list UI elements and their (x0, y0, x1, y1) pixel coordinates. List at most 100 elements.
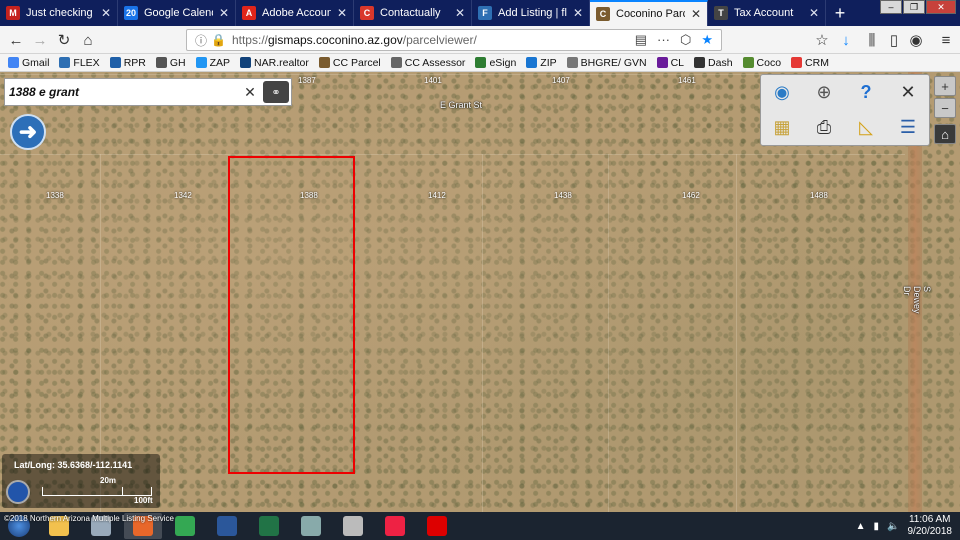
zoom-out-icon[interactable]: − (934, 98, 956, 118)
expand-panel-arrow-icon[interactable]: ➜ (10, 114, 46, 150)
clock[interactable]: 11:06 AM 9/20/2018 (908, 514, 953, 538)
close-tab-icon[interactable]: ✕ (573, 6, 583, 20)
reload-icon[interactable]: ↻ (54, 30, 74, 50)
bookmark-item[interactable]: RPR (109, 57, 146, 69)
search-input[interactable]: 1388 e grant (5, 85, 243, 99)
bookmark-item[interactable]: eSign (475, 57, 516, 69)
parcel-number[interactable]: 1342 (174, 191, 192, 200)
close-tab-icon[interactable]: ✕ (337, 6, 347, 20)
tools-wrench-icon[interactable]: ✕ (887, 75, 929, 110)
close-tab-icon[interactable]: ✕ (101, 6, 111, 20)
zoom-in-icon[interactable]: + (934, 76, 956, 96)
browser-tab[interactable]: C Contactually ✕ (354, 0, 472, 26)
home-extent-icon[interactable]: ⌂ (934, 124, 956, 144)
address-search-box[interactable]: 1388 e grant ✕ ⚭ (4, 78, 292, 106)
hamburger-menu-icon[interactable]: ≡ (936, 30, 956, 50)
maximize-button[interactable]: ❐ (903, 0, 925, 14)
print-icon[interactable]: ⎙ (803, 110, 845, 145)
network-icon[interactable]: ▮ (874, 521, 880, 532)
bookmark-favicon-icon (791, 57, 803, 68)
layers-icon[interactable]: ▦ (761, 110, 803, 145)
browser-tab[interactable]: M Just checking in - M ✕ (0, 0, 118, 26)
pocket-icon[interactable]: ⬡ (680, 32, 691, 48)
coordinate-panel: Lat/Long: 35.6368/-112.1141 20m 100ft (2, 454, 160, 508)
parcel-number[interactable]: 1387 (298, 76, 316, 85)
page-actions-icon[interactable]: ··· (657, 32, 670, 48)
info-icon[interactable]: ⓘ (195, 32, 207, 49)
tax-icon: T (714, 6, 728, 20)
bookmark-item[interactable]: FLEX (59, 57, 100, 69)
close-tab-icon[interactable]: ✕ (809, 6, 819, 20)
bookmark-favicon-icon (742, 57, 754, 68)
binoculars-icon[interactable]: ⚭ (263, 81, 289, 103)
home-icon[interactable]: ⌂ (78, 30, 98, 50)
extension-icon[interactable]: ◉ (906, 30, 926, 50)
bookmark-item[interactable]: NAR.realtor (240, 57, 309, 69)
sidebar-icon[interactable]: ▯ (884, 30, 904, 50)
taskbar-app[interactable] (376, 513, 414, 539)
bookmark-item[interactable]: BHGRE/ GVN (566, 56, 647, 69)
browser-tab[interactable]: F Add Listing | flexmls ✕ (472, 0, 590, 26)
bookmark-item[interactable]: Gmail (8, 57, 49, 69)
taskbar-app[interactable] (292, 513, 330, 539)
parcel-number[interactable]: 1338 (46, 191, 64, 200)
pro-icon (343, 516, 363, 536)
forward-icon[interactable]: → (30, 30, 50, 50)
excel-icon (259, 516, 279, 536)
bookmark-star-icon[interactable]: ★ (701, 32, 713, 48)
bookmark-item[interactable]: GH (155, 57, 186, 69)
parcel-number[interactable]: 1407 (552, 76, 570, 85)
clear-search-icon[interactable]: ✕ (243, 84, 257, 101)
minimize-button[interactable]: – (880, 0, 902, 14)
url-domain: gismaps.coconino.az.gov (268, 33, 403, 47)
browser-tab[interactable]: T Tax Account ✕ (708, 0, 826, 26)
measure-icon[interactable]: ◺ (845, 110, 887, 145)
bookmark-label: ZAP (209, 56, 231, 69)
parcel-number[interactable]: 1438 (554, 191, 572, 200)
legend-list-icon[interactable]: ☰ (887, 110, 929, 145)
parcel-number[interactable]: 1412 (428, 191, 446, 200)
close-tab-icon[interactable]: ✕ (219, 6, 229, 20)
locate-crosshair-icon[interactable]: ⊕ (803, 75, 845, 110)
volume-icon[interactable]: 🔈 (887, 521, 899, 532)
show-hidden-icons[interactable]: ▲ (856, 521, 866, 532)
bookmarks-menu-icon[interactable]: ☆ (812, 30, 832, 50)
close-tab-icon[interactable]: ✕ (455, 6, 465, 20)
bookmark-item[interactable]: Dash (694, 57, 733, 69)
parcel-number[interactable]: 1461 (678, 76, 696, 85)
browser-tab[interactable]: 20 Google Calendar - W ✕ (118, 0, 236, 26)
bookmark-item[interactable]: ZAP (195, 56, 231, 69)
bookmark-item[interactable]: ZIP (526, 57, 557, 69)
parcel-number[interactable]: 1401 (424, 76, 442, 85)
parcel-number[interactable]: 1488 (810, 191, 828, 200)
help-icon[interactable]: ? (845, 75, 887, 110)
new-tab-button[interactable]: + (826, 0, 854, 26)
identify-tool-icon[interactable]: ◉ (761, 75, 803, 110)
bookmark-item[interactable]: CL (656, 57, 684, 69)
library-icon[interactable]: ⫼ (862, 30, 882, 50)
clock-date: 9/20/2018 (907, 526, 953, 537)
bookmark-item[interactable]: CC Assessor (390, 57, 465, 69)
reader-view-icon[interactable]: ▤ (635, 32, 647, 48)
taskbar-app[interactable] (334, 513, 372, 539)
taskbar-app[interactable] (250, 513, 288, 539)
bookmark-item[interactable]: CRM (791, 57, 829, 69)
close-tab-icon[interactable]: ✕ (691, 7, 701, 21)
bookmark-item[interactable]: Coco (742, 57, 781, 69)
downloads-icon[interactable]: ↓ (836, 30, 856, 50)
browser-tab[interactable]: C Coconino Parcel Viewer ✕ (590, 0, 708, 26)
selected-parcel-outline[interactable] (228, 156, 355, 474)
chrome-icon (175, 516, 195, 536)
browser-tab[interactable]: A Adobe Account ✕ (236, 0, 354, 26)
map-view[interactable]: 1387 1401 1407 1461 1338 1342 1388 1412 … (0, 72, 960, 512)
bookmark-favicon-icon (8, 57, 19, 68)
taskbar-app[interactable] (208, 513, 246, 539)
flexmls-icon: F (478, 6, 492, 20)
back-icon[interactable]: ← (6, 30, 26, 50)
close-window-button[interactable]: ✕ (926, 0, 956, 14)
bookmark-label: BHGRE/ GVN (580, 56, 647, 69)
parcel-number[interactable]: 1462 (682, 191, 700, 200)
bookmark-item[interactable]: CC Parcel (318, 57, 381, 69)
taskbar-app[interactable] (418, 513, 456, 539)
url-bar[interactable]: ⓘ 🔒 https:// gismaps.coconino.az.gov /pa… (186, 29, 722, 51)
